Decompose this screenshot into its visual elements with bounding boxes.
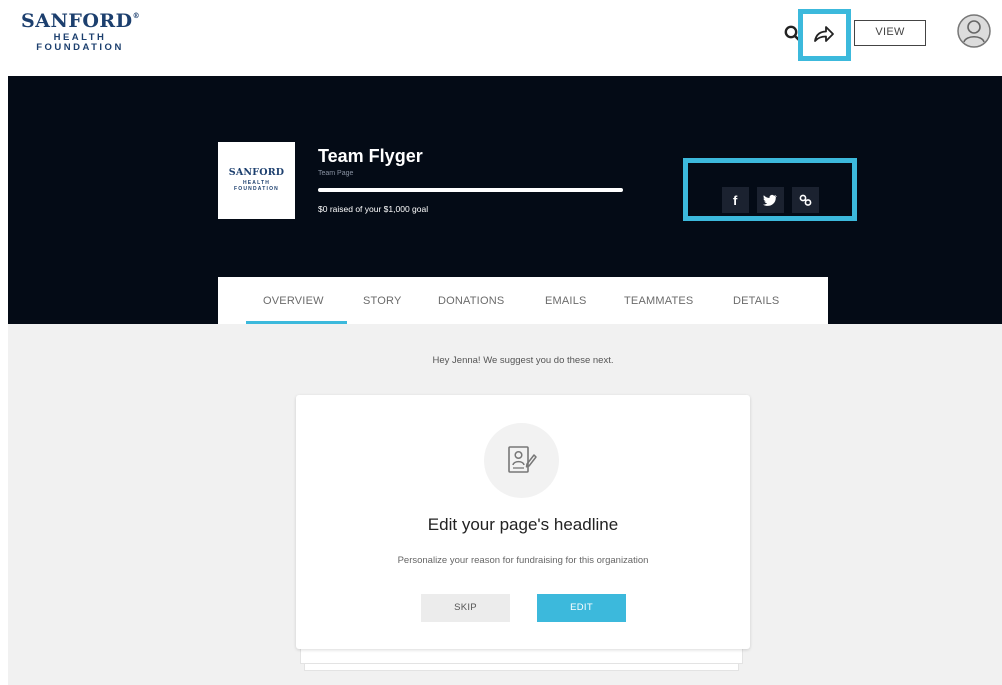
team-subtitle: Team Page [318, 170, 354, 177]
tab-overview[interactable]: OVERVIEW [263, 295, 324, 307]
suggestion-card: Edit your page's headline Personalize yo… [296, 395, 750, 649]
facebook-share-button[interactable]: f [722, 187, 749, 213]
facebook-icon: f [733, 193, 738, 207]
raised-text: $0 raised of your $1,000 goal [318, 204, 429, 214]
tab-details[interactable]: DETAILS [733, 295, 779, 307]
twitter-icon [763, 194, 777, 206]
logo-line3: FOUNDATION [36, 41, 124, 53]
suggestion-text: Hey Jenna! We suggest you do these next. [432, 355, 614, 366]
view-button[interactable]: VIEW [854, 20, 926, 46]
tab-teammates[interactable]: TEAMMATES [624, 295, 693, 307]
user-avatar-icon[interactable] [957, 14, 991, 48]
page-tabs: OVERVIEW STORY DONATIONS EMAILS TEAMMATE… [218, 277, 828, 324]
share-button-highlight[interactable] [798, 9, 851, 61]
team-logo: SANFORD HEALTH FOUNDATION [218, 142, 295, 219]
share-arrow-icon[interactable] [812, 23, 837, 48]
edit-button[interactable]: EDIT [537, 594, 626, 622]
link-icon [799, 194, 812, 206]
team-name: Team Flyger [318, 146, 423, 166]
team-logo-line1: SANFORD [228, 167, 285, 178]
tab-emails[interactable]: EMAILS [545, 295, 587, 307]
social-share-highlight: f [683, 158, 857, 221]
tab-story[interactable]: STORY [363, 295, 402, 307]
skip-button[interactable]: SKIP [421, 594, 510, 622]
team-logo-line3: FOUNDATION [234, 186, 279, 192]
twitter-share-button[interactable] [757, 187, 784, 213]
link-share-button[interactable] [792, 187, 819, 213]
sanford-logo[interactable]: SANFORD® HEALTH FOUNDATION [21, 12, 140, 52]
fundraising-progress-bar [318, 188, 623, 192]
edit-profile-icon [508, 446, 537, 473]
logo-line1: SANFORD® [21, 10, 141, 32]
svg-text:f: f [733, 193, 738, 207]
card-description: Personalize your reason for fundraising … [397, 555, 649, 566]
card-icon-circle [484, 423, 559, 498]
card-title: Edit your page's headline [427, 515, 619, 534]
tab-donations[interactable]: DONATIONS [438, 295, 504, 307]
top-header: SANFORD® HEALTH FOUNDATION VIEW [0, 0, 1002, 76]
